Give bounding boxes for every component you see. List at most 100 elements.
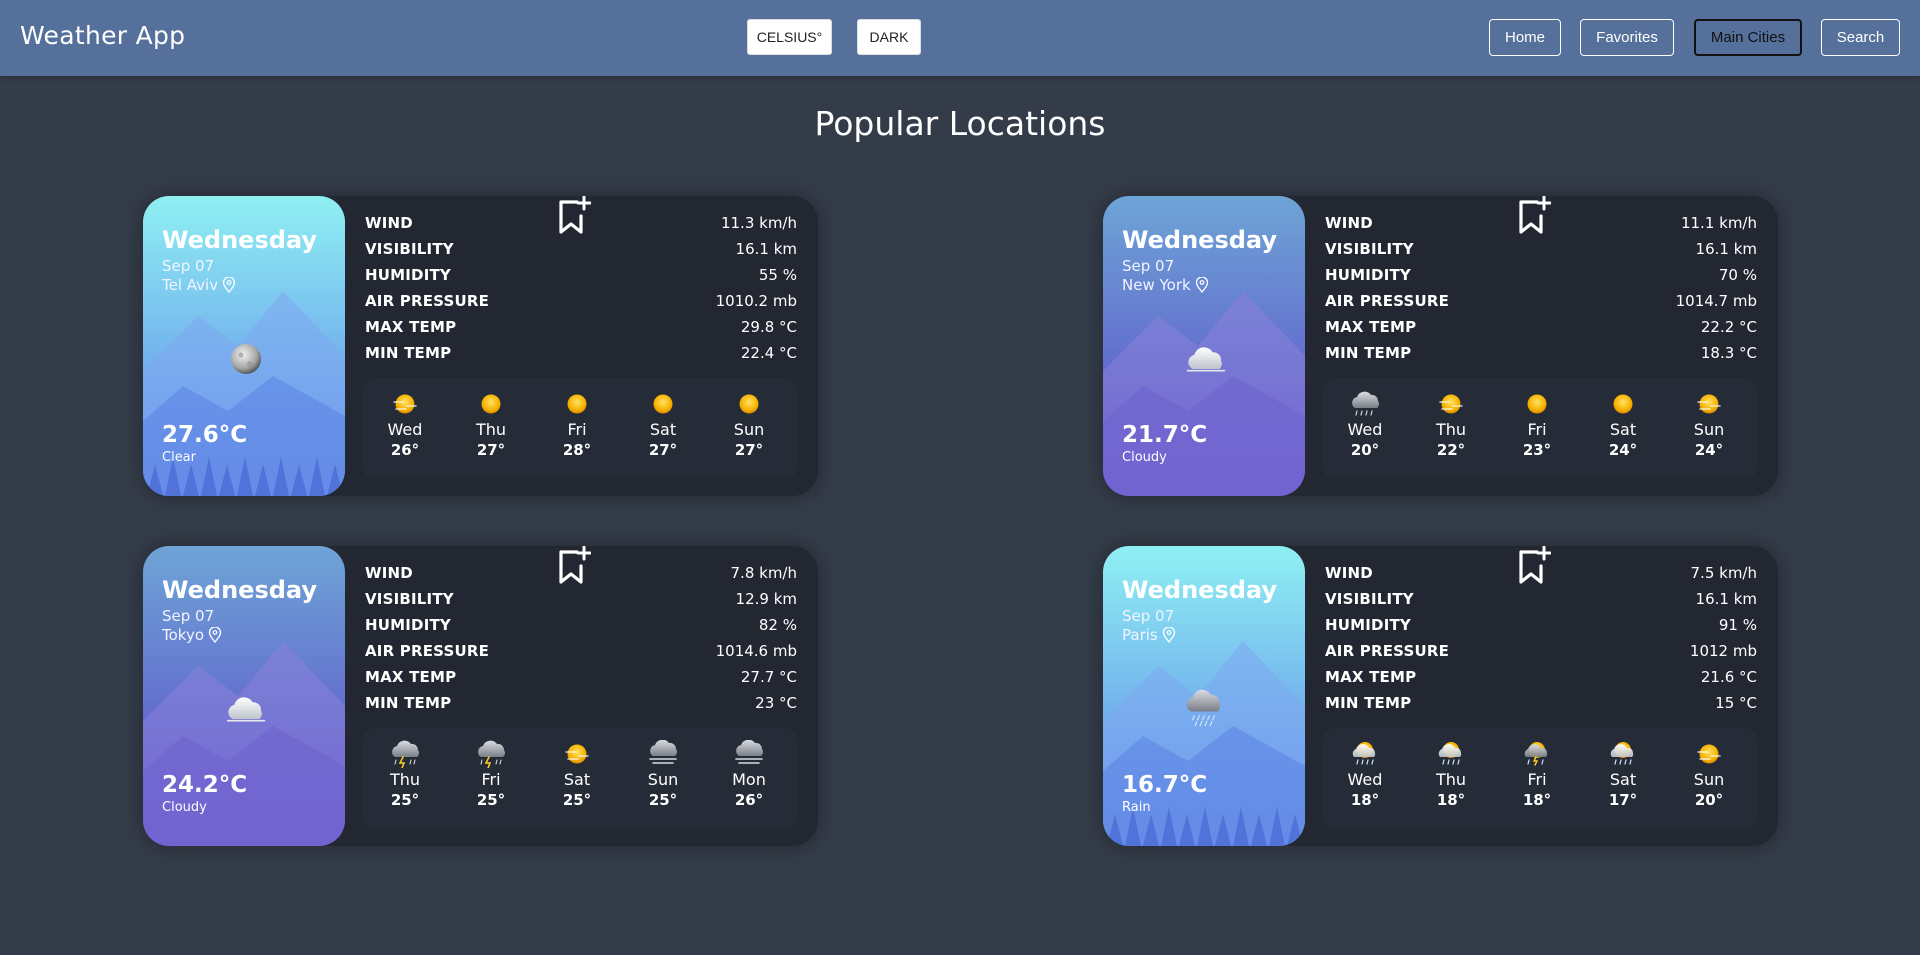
stat-label: AIR PRESSURE [365,642,490,660]
stat-value: 16.1 km [1695,590,1757,608]
stat-label: HUMIDITY [1325,266,1411,284]
stat-row-visibility: VISIBILITY 16.1 km [1325,586,1757,612]
nav-main-cities-button[interactable]: Main Cities [1694,19,1802,56]
stat-value: 16.1 km [1695,240,1757,258]
sun-haze-icon [1691,740,1727,768]
forecast-day: Fri 25° [461,740,521,809]
rain-cloud-icon [1185,689,1221,727]
stat-label: MAX TEMP [365,668,457,686]
forecast-day-temp: 28° [562,441,592,459]
forecast-day-temp: 26° [734,791,764,809]
forecast-day-name: Fri [481,770,501,789]
stat-value: 23 °C [755,694,797,712]
stat-row-wind: WIND 11.1 km/h [1325,210,1757,236]
stat-row-min-temp: MIN TEMP 15 °C [1325,690,1757,716]
stat-value: 22.2 °C [1700,318,1757,336]
stat-value: 27.7 °C [740,668,797,686]
page-title: Popular Locations [814,104,1106,143]
stat-row-humidity: HUMIDITY 70 % [1325,262,1757,288]
forecast-day: Sat 24° [1593,390,1653,459]
sun-icon [559,390,595,418]
forecast-day: Thu 22° [1421,390,1481,459]
stat-row-humidity: HUMIDITY 55 % [365,262,797,288]
forecast-day-name: Sat [1609,770,1637,789]
hero-city: Tel Aviv [162,276,236,294]
sun-haze-icon [1433,390,1469,418]
forecast-day-name: Thu [475,420,507,439]
storm-cloud-icon [1347,390,1383,418]
app-brand[interactable]: Weather App [20,21,185,50]
hero-day: Wednesday [1122,226,1278,254]
stat-row-max-temp: MAX TEMP 21.6 °C [1325,664,1757,690]
weather-hero-panel: Wednesday Sep 07 Tel Aviv 27.6°C Clear [143,196,345,496]
stat-value: 82 % [758,616,797,634]
cloud-icon [226,696,266,722]
hero-city: Paris [1122,626,1176,644]
stat-label: MIN TEMP [1325,694,1412,712]
forecast-day: Wed 26° [375,390,435,459]
stat-value: 7.5 km/h [1690,564,1757,582]
stat-row-max-temp: MAX TEMP 29.8 °C [365,314,797,340]
forecast-day-temp: 18° [1436,791,1466,809]
forecast-day: Sat 27° [633,390,693,459]
temperature-unit-toggle[interactable]: CELSIUS° [747,19,832,55]
stat-value: 16.1 km [735,240,797,258]
nav-home-button[interactable]: Home [1489,19,1561,56]
sun-rain-icon [1605,740,1641,768]
hero-day: Wednesday [1122,576,1278,604]
forecast-day-temp: 18° [1522,791,1552,809]
stat-row-visibility: VISIBILITY 12.9 km [365,586,797,612]
stat-row-min-temp: MIN TEMP 23 °C [365,690,797,716]
location-card: Wednesday Sep 07 Paris 16.7°C Rain WIND … [1103,546,1778,846]
stat-label: MIN TEMP [365,694,452,712]
fog-cloud-icon [731,740,767,768]
forecast-day-name: Wed [387,420,423,439]
forecast-day-temp: 25° [390,791,420,809]
nav-search-button[interactable]: Search [1821,19,1900,56]
weather-hero-panel: Wednesday Sep 07 Paris 16.7°C Rain [1103,546,1305,846]
stat-value: 7.8 km/h [730,564,797,582]
forecast-day-name: Sun [1693,420,1725,439]
location-pin-icon [208,627,222,643]
sun-rain-icon [1347,740,1383,768]
current-temperature: 27.6°C [162,422,248,448]
stat-row-humidity: HUMIDITY 91 % [1325,612,1757,638]
stat-label: MAX TEMP [1325,318,1417,336]
cloud-icon [1186,346,1226,372]
theme-toggle[interactable]: DARK [857,19,921,55]
location-card: Wednesday Sep 07 Tel Aviv 27.6°C Clear W… [143,196,818,496]
forecast-day: Thu 18° [1421,740,1481,809]
hero-date: Sep 07 [162,607,215,625]
sun-haze-icon [387,390,423,418]
stat-row-air-pressure: AIR PRESSURE 1010.2 mb [365,288,797,314]
weather-stats: WIND 11.1 km/h VISIBILITY 16.1 km HUMIDI… [1325,210,1757,366]
thunder-cloud-icon [387,740,423,768]
stat-value: 18.3 °C [1700,344,1757,362]
forecast-day-name: Fri [1527,770,1547,789]
forecast-day-temp: 20° [1694,791,1724,809]
forecast-day-temp: 26° [390,441,420,459]
nav-favorites-button[interactable]: Favorites [1580,19,1674,56]
stat-value: 11.1 km/h [1680,214,1757,232]
forecast-day: Wed 20° [1335,390,1395,459]
forecast-day: Fri 18° [1507,740,1567,809]
forecast-day: Wed 18° [1335,740,1395,809]
five-day-forecast: Thu 25° Fri 25° Sat 25° Sun 25° Mon 26° [363,728,797,829]
current-temperature: 21.7°C [1122,422,1208,448]
sun-icon [473,390,509,418]
thunder-cloud-icon [473,740,509,768]
weather-hero-panel: Wednesday Sep 07 Tokyo 24.2°C Cloudy [143,546,345,846]
stat-label: WIND [365,564,413,582]
city-name: Tokyo [162,626,204,644]
weather-hero-panel: Wednesday Sep 07 New York 21.7°C Cloudy [1103,196,1305,496]
current-condition: Rain [1122,800,1151,815]
stat-label: HUMIDITY [365,266,451,284]
forecast-day-name: Thu [1435,770,1467,789]
stat-row-max-temp: MAX TEMP 27.7 °C [365,664,797,690]
location-pin-icon [1195,277,1209,293]
forecast-day-name: Sun [733,420,765,439]
forecast-day: Fri 23° [1507,390,1567,459]
forecast-day: Thu 27° [461,390,521,459]
stat-value: 70 % [1718,266,1757,284]
stat-row-visibility: VISIBILITY 16.1 km [1325,236,1757,262]
